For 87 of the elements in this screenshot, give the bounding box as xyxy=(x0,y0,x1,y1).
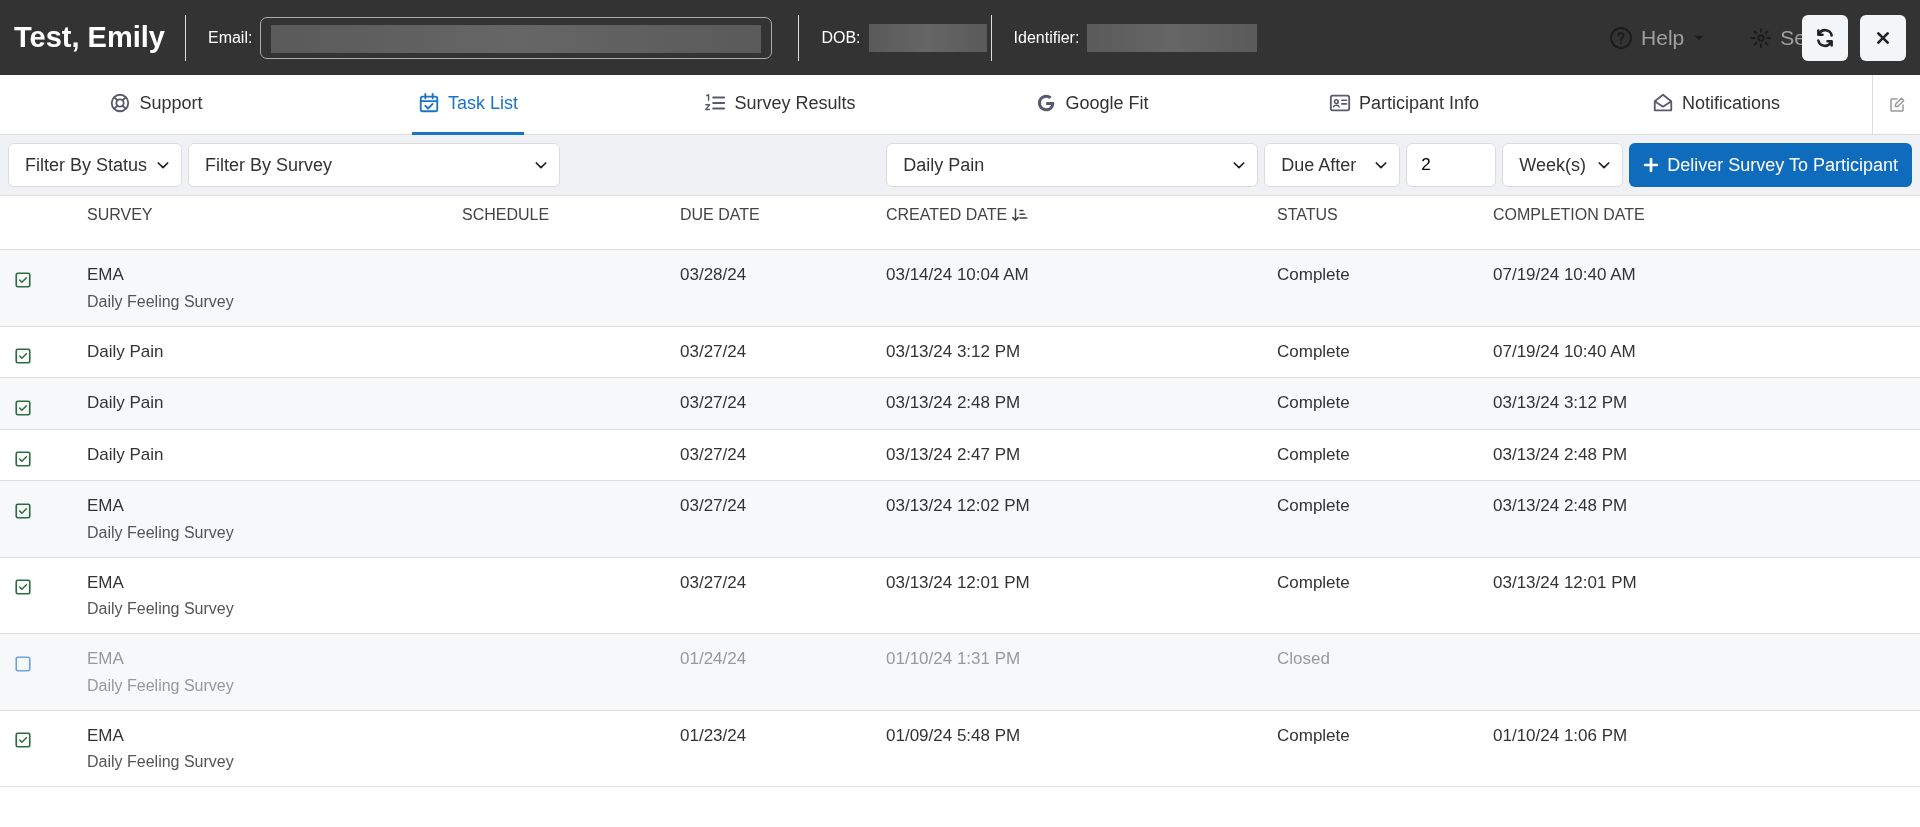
table-cell: 03/27/24 xyxy=(680,496,747,516)
table-cell: 07/19/24 10:40 AM xyxy=(1493,341,1636,361)
table-cell: Complete xyxy=(1277,265,1350,284)
due-amount-field[interactable]: 2 xyxy=(1406,143,1497,187)
checkbox[interactable] xyxy=(14,347,32,365)
edit-icon[interactable] xyxy=(1887,95,1906,114)
survey-subtitle: Daily Feeling Survey xyxy=(87,752,235,773)
plus-icon xyxy=(1643,157,1660,173)
checkbox[interactable] xyxy=(14,270,32,289)
table-cell: 03/27/24 xyxy=(680,393,747,412)
table-cell: 03/14/24 10:04 AM xyxy=(886,265,1029,284)
refresh-button[interactable] xyxy=(1802,14,1848,61)
column-header: CREATED DATE xyxy=(886,205,1008,226)
table-cell: Complete xyxy=(1277,341,1350,361)
survey-name: Daily Pain xyxy=(87,392,165,414)
table-cell: Closed xyxy=(1277,649,1330,669)
column-header: COMPLETION DATE xyxy=(1493,206,1645,224)
table-cell: 01/09/24 5:48 PM xyxy=(886,725,1021,745)
id-card-icon xyxy=(1328,92,1351,114)
refresh-icon xyxy=(1815,27,1835,48)
table-cell: 03/27/24 xyxy=(680,341,747,361)
checkbox[interactable] xyxy=(14,450,32,469)
table-cell: 01/24/24 xyxy=(680,649,747,669)
table-cell: 03/13/24 12:01 PM xyxy=(1493,572,1637,592)
tab[interactable]: Google Fit xyxy=(1029,74,1155,135)
dob-label: DOB: xyxy=(821,27,861,48)
survey-name: EMA xyxy=(87,495,125,518)
table-cell: 03/13/24 12:01 PM xyxy=(886,572,1030,592)
table-cell: Complete xyxy=(1277,393,1350,412)
table-cell: 03/13/24 2:48 PM xyxy=(1493,496,1628,516)
tab[interactable]: Support xyxy=(103,74,209,135)
close-button[interactable] xyxy=(1860,14,1906,61)
identifier-label: Identifier: xyxy=(1013,27,1080,48)
support-icon xyxy=(109,92,132,114)
table-cell: 03/13/24 12:02 PM xyxy=(886,496,1030,516)
tab[interactable]: Survey Results xyxy=(698,74,862,135)
survey-subtitle: Daily Feeling Survey xyxy=(87,675,235,696)
survey-subtitle: Daily Feeling Survey xyxy=(87,599,235,620)
survey-subtitle: Daily Feeling Survey xyxy=(87,522,235,543)
table-cell: 03/27/24 xyxy=(680,572,747,592)
due-select[interactable]: Due After xyxy=(1264,143,1401,187)
table-cell: 01/10/24 1:06 PM xyxy=(1493,725,1628,745)
participant-name: Test, Emily xyxy=(14,19,166,55)
checkbox[interactable] xyxy=(14,398,32,417)
deliver-survey-button[interactable]: Deliver Survey To Participant xyxy=(1629,143,1912,187)
table-cell: 03/13/24 2:47 PM xyxy=(886,444,1021,464)
table-cell: 03/13/24 2:48 PM xyxy=(886,393,1021,412)
column-header: SURVEY xyxy=(87,206,153,224)
table-cell: 03/27/24 xyxy=(680,444,747,464)
table-cell: Complete xyxy=(1277,572,1350,592)
survey-name: Daily Pain xyxy=(87,340,165,363)
table-cell: 03/13/24 2:48 PM xyxy=(1493,444,1628,464)
survey-name: Daily Pain xyxy=(87,443,165,466)
email-field[interactable] xyxy=(260,16,773,59)
status-filter-select[interactable]: Filter By Status xyxy=(8,143,182,187)
survey-filter-select[interactable]: Filter By Survey xyxy=(188,143,560,187)
column-header: STATUS xyxy=(1277,206,1338,224)
table-cell: 07/19/24 10:40 AM xyxy=(1493,265,1636,284)
survey-subtitle: Daily Feeling Survey xyxy=(87,291,235,312)
envelope-icon xyxy=(1651,92,1674,114)
table-cell: 03/13/24 3:12 PM xyxy=(886,341,1021,361)
unit-select[interactable]: Week(s) xyxy=(1502,143,1624,187)
checkbox[interactable] xyxy=(14,578,32,597)
table-cell: Complete xyxy=(1277,725,1350,745)
survey-name: EMA xyxy=(87,724,125,747)
survey-name: EMA xyxy=(87,571,125,594)
survey-select[interactable]: Daily Pain xyxy=(886,143,1259,187)
email-label: Email: xyxy=(207,27,253,48)
tab[interactable]: Notifications xyxy=(1645,74,1786,135)
table-cell: Complete xyxy=(1277,444,1350,464)
survey-name: EMA xyxy=(87,264,125,286)
table-cell: 03/13/24 3:12 PM xyxy=(1493,393,1628,412)
column-header: SCHEDULE xyxy=(462,206,550,224)
table-cell: Complete xyxy=(1277,496,1350,516)
checkbox[interactable] xyxy=(14,731,32,750)
table-cell: 01/10/24 1:31 PM xyxy=(886,649,1021,669)
help-menu[interactable]: Help xyxy=(1609,21,1707,54)
help-icon xyxy=(1609,25,1634,50)
help-label: Help xyxy=(1641,24,1685,51)
close-icon xyxy=(1875,29,1891,46)
calendar-icon xyxy=(418,92,440,114)
table-cell: 03/28/24 xyxy=(680,265,747,284)
column-header: DUE DATE xyxy=(680,206,760,224)
table-cell: 01/23/24 xyxy=(680,725,747,745)
survey-name: EMA xyxy=(87,648,125,671)
checkbox[interactable] xyxy=(14,501,32,520)
tab[interactable]: Participant Info xyxy=(1322,74,1486,135)
